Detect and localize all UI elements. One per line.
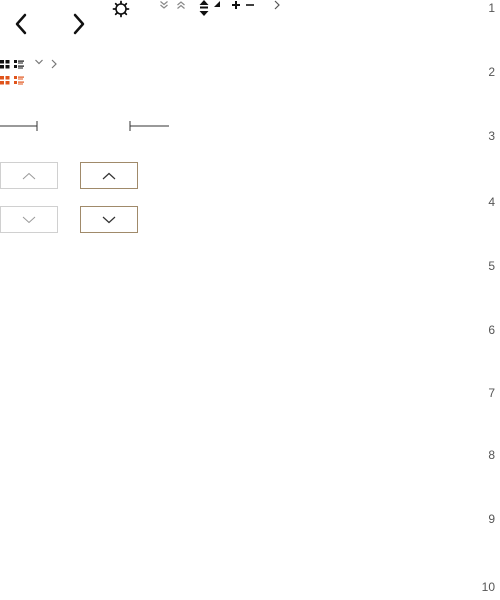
corner-arrow-icon[interactable]	[213, 0, 221, 8]
chevron-right-small-icon[interactable]	[273, 0, 281, 10]
chevron-down-icon	[22, 216, 36, 223]
settings-gear-icon[interactable]	[112, 0, 130, 18]
list-view-icon[interactable]	[14, 60, 24, 69]
double-chevron-up-icon[interactable]	[176, 0, 186, 10]
decrement-button[interactable]	[0, 206, 58, 233]
row-number: 1	[488, 1, 495, 15]
increment-button[interactable]	[0, 162, 58, 189]
chevron-down-icon[interactable]	[34, 58, 44, 66]
row-number: 9	[488, 512, 495, 526]
sort-icon[interactable]	[198, 0, 210, 16]
grid-view-active-icon[interactable]	[0, 76, 10, 85]
row-number: 7	[488, 386, 495, 400]
chevron-left-icon[interactable]	[12, 12, 30, 36]
chevron-right-icon[interactable]	[70, 12, 88, 36]
slider-left[interactable]	[0, 119, 40, 131]
minus-icon[interactable]	[245, 0, 255, 10]
row-number: 3	[488, 129, 495, 143]
row-number: 6	[488, 323, 495, 337]
slider-right[interactable]	[128, 119, 172, 131]
chevron-down-icon	[102, 216, 116, 223]
chevron-right-icon[interactable]	[50, 59, 58, 69]
row-number: 10	[481, 580, 495, 594]
chevron-up-icon	[102, 172, 116, 179]
row-number: 4	[488, 195, 495, 209]
double-chevron-down-icon[interactable]	[159, 0, 169, 10]
row-number: 2	[488, 65, 495, 79]
chevron-up-icon	[22, 172, 36, 179]
row-number: 8	[488, 448, 495, 462]
list-view-active-icon[interactable]	[14, 76, 24, 85]
grid-view-icon[interactable]	[0, 60, 10, 69]
increment-accent-button[interactable]	[80, 162, 138, 189]
plus-icon[interactable]	[231, 0, 241, 10]
decrement-accent-button[interactable]	[80, 206, 138, 233]
row-number: 5	[488, 259, 495, 273]
